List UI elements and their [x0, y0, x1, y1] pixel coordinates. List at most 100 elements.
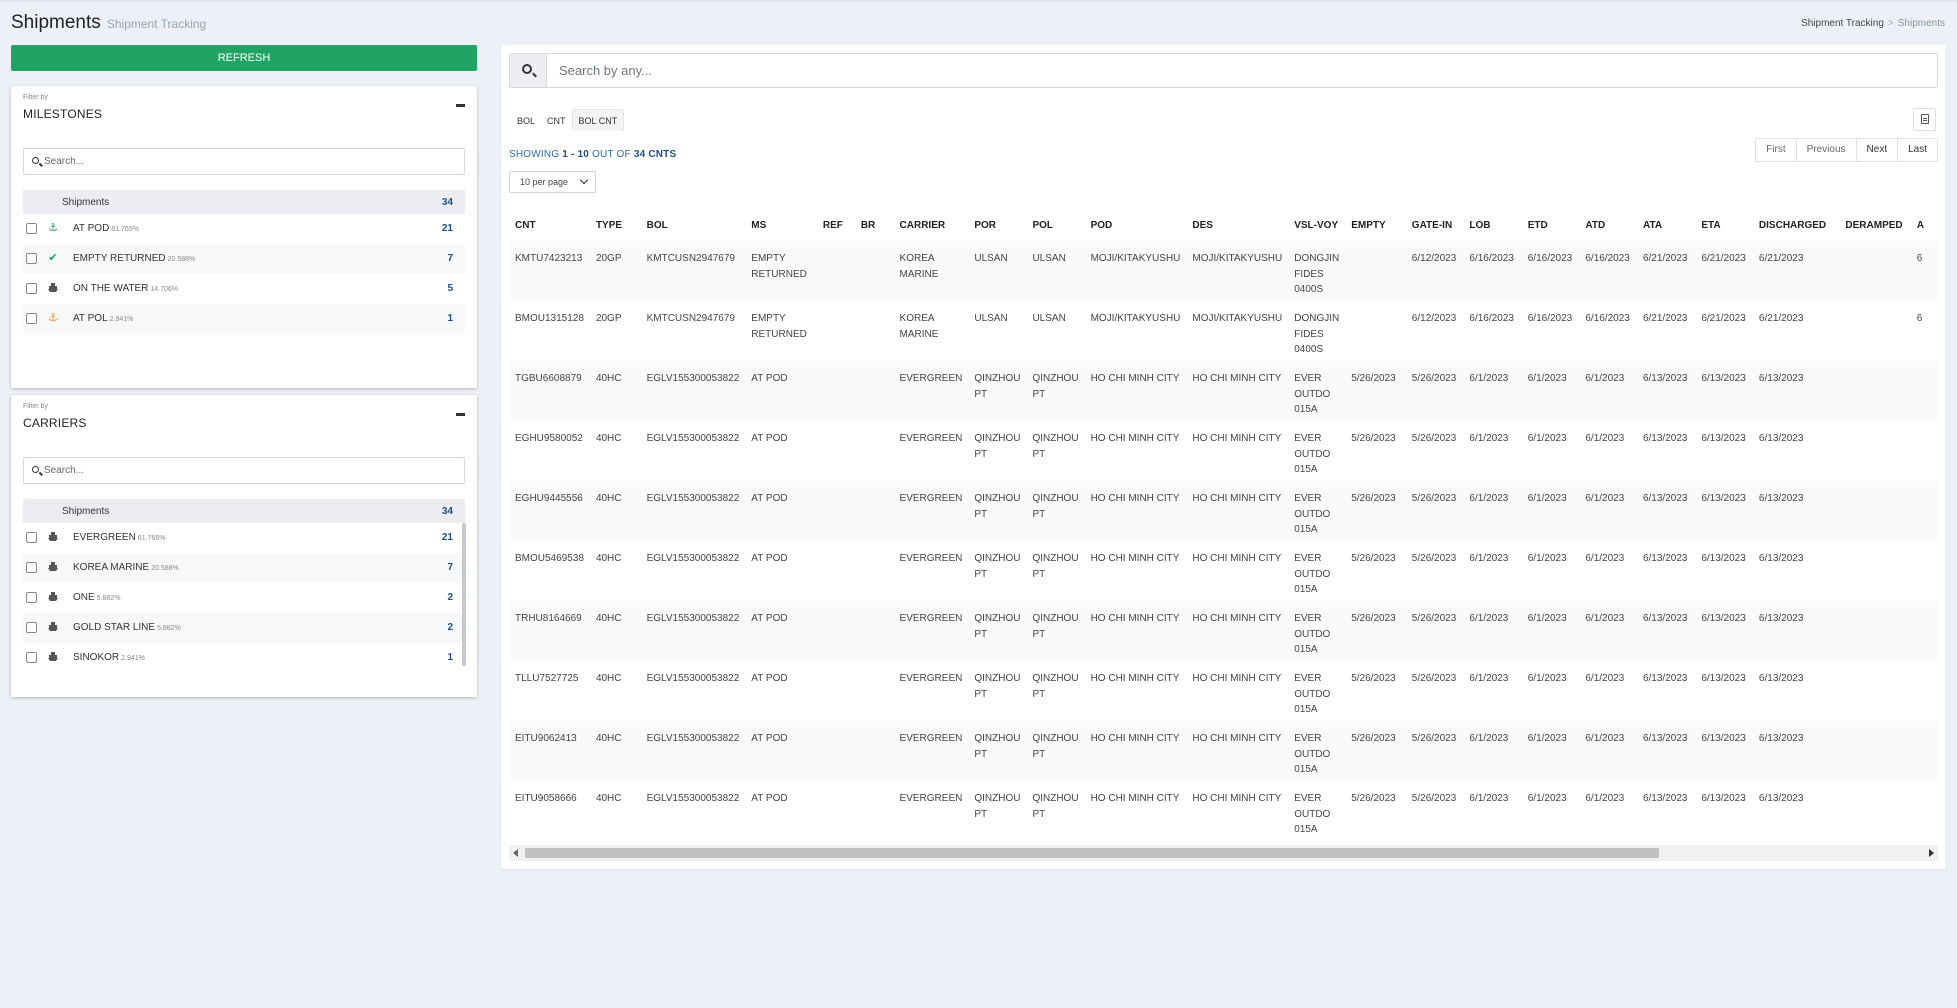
carrier-item-evergreen[interactable]: EVERGREEN 61.765% 21: [23, 523, 465, 553]
table-cell-des: HO CHI MINH CITY: [1186, 601, 1289, 661]
carriers-panel-header: Filter by CARRIERS: [23, 403, 87, 430]
milestone-label: AT POD 61.765%: [73, 223, 139, 234]
table-row[interactable]: TLLU7527725 40HC EGLV155300053822 AT POD EVE…: [509, 661, 1938, 721]
carrier-checkbox[interactable]: [26, 562, 37, 573]
milestone-checkbox[interactable]: [26, 313, 37, 324]
refresh-button[interactable]: REFRESH: [11, 45, 477, 71]
search-icon: [32, 466, 39, 473]
pagination-next[interactable]: Next: [1857, 139, 1899, 161]
carrier-checkbox[interactable]: [26, 532, 37, 543]
table-cell-eta: 6/21/2023: [1695, 241, 1753, 301]
column-header-pod[interactable]: POD: [1085, 201, 1187, 241]
table-cell-gate-in: 5/26/2023: [1411, 793, 1457, 804]
milestone-item-on-the-water[interactable]: ON THE WATER 14.706% 5: [23, 274, 465, 304]
table-row[interactable]: TRHU8164669 40HC EGLV155300053822 AT POD EVE…: [509, 601, 1938, 661]
milestones-search-input[interactable]: [44, 149, 454, 174]
table-cell-por: QINZHOU PT: [974, 553, 1021, 580]
scroll-right-arrow-icon[interactable]: [1929, 849, 1934, 857]
column-header-atd[interactable]: ATD: [1579, 201, 1637, 241]
column-header-gate-in[interactable]: GATE-IN: [1406, 201, 1464, 241]
table-cell-ms: AT POD: [751, 553, 788, 564]
carrier-item-gold-star-line[interactable]: GOLD STAR LINE 5.882% 2: [23, 613, 465, 643]
milestone-checkbox[interactable]: [26, 283, 37, 294]
table-cell-pol: QINZHOU PT: [1032, 793, 1079, 820]
table-row[interactable]: BMOU5469538 40HC EGLV155300053822 AT POD EVE…: [509, 541, 1938, 601]
carrier-checkbox[interactable]: [26, 622, 37, 633]
search-icon[interactable]: [510, 54, 547, 87]
table-cell-empty: 5/26/2023: [1345, 721, 1406, 781]
column-header-por[interactable]: POR: [968, 201, 1026, 241]
carrier-checkbox[interactable]: [26, 592, 37, 603]
table-cell-a: [1910, 481, 1938, 541]
milestone-item-at-pol[interactable]: ⚓ AT POL 2.941% 1: [23, 304, 465, 334]
table-row[interactable]: EITU9062413 40HC EGLV155300053822 AT POD EVE…: [509, 721, 1938, 781]
column-header-ms[interactable]: MS: [745, 201, 817, 241]
table-row[interactable]: EITU9058666 40HC EGLV155300053822 AT POD EVE…: [509, 781, 1938, 841]
column-header-des[interactable]: DES: [1186, 201, 1288, 241]
shipments-header-label: Shipments: [62, 506, 110, 517]
column-header-type[interactable]: TYPE: [590, 201, 641, 241]
column-header-cnt[interactable]: CNT: [509, 201, 590, 241]
milestone-checkbox[interactable]: [26, 223, 37, 234]
pagination-previous[interactable]: Previous: [1797, 139, 1857, 161]
carriers-scrollbar[interactable]: [462, 523, 466, 666]
column-header-ref[interactable]: REF: [817, 201, 855, 241]
table-cell-discharged: 6/13/2023: [1752, 481, 1840, 541]
table-cell-empty: [1345, 241, 1406, 301]
column-header-eta[interactable]: ETA: [1695, 201, 1753, 241]
table-horizontal-scrollbar[interactable]: [509, 845, 1938, 861]
carrier-item-one[interactable]: ONE 5.882% 2: [23, 583, 465, 613]
pagination-last[interactable]: Last: [1898, 139, 1937, 161]
table-cell-carrier: EVERGREEN: [893, 721, 969, 781]
table-cell-bol: EGLV155300053822: [640, 601, 746, 661]
table-row[interactable]: KMTU7423213 20GP KMTCUSN2947679 EMPTY RETUR…: [509, 241, 1938, 301]
per-page-select[interactable]: 10 per page: [509, 171, 596, 193]
table-row[interactable]: EGHU9580052 40HC EGLV155300053822 AT POD EVE…: [509, 421, 1938, 481]
milestone-item-at-pod[interactable]: ⚓ AT POD 61.765% 21: [23, 214, 465, 244]
table-cell-por: QINZHOU PT: [974, 793, 1021, 820]
carrier-item-sinokor[interactable]: SINOKOR 2.941% 1: [23, 643, 465, 673]
column-header-deramped[interactable]: DERAMPED: [1839, 201, 1910, 241]
table-cell-des: HO CHI MINH CITY: [1192, 673, 1282, 684]
tab-cnt[interactable]: CNT: [541, 110, 572, 132]
carrier-item-korea-marine[interactable]: KOREA MARINE 20.588% 7: [23, 553, 465, 583]
table-cell-eta: 6/13/2023: [1701, 553, 1746, 564]
table-cell-discharged: 6/13/2023: [1758, 673, 1804, 684]
table-cell-gate-in: 5/26/2023: [1411, 673, 1457, 684]
collapse-icon[interactable]: [456, 413, 465, 416]
carriers-search-input[interactable]: [44, 458, 454, 483]
column-header-pol[interactable]: POL: [1026, 201, 1084, 241]
column-header-bol[interactable]: BOL: [641, 201, 746, 241]
breadcrumb-parent[interactable]: Shipment Tracking: [1801, 18, 1884, 29]
scrollbar-thumb[interactable]: [525, 848, 1659, 858]
column-header-etd[interactable]: ETD: [1522, 201, 1580, 241]
table-row[interactable]: EGHU9445556 40HC EGLV155300053822 AT POD EVE…: [509, 481, 1938, 541]
table-cell-empty: 5/26/2023: [1351, 553, 1396, 564]
table-cell-etd: 6/16/2023: [1527, 313, 1573, 324]
column-header-carrier[interactable]: CARRIER: [894, 201, 969, 241]
carrier-percent: 5.882%: [157, 625, 181, 632]
pagination-first[interactable]: First: [1756, 139, 1797, 161]
collapse-icon[interactable]: [456, 104, 465, 107]
column-header-vsl-voy[interactable]: VSL-VOY: [1288, 201, 1345, 241]
carrier-checkbox[interactable]: [26, 652, 37, 663]
table-cell-des: HO CHI MINH CITY: [1186, 361, 1289, 421]
tab-bol-cnt[interactable]: BOL CNT: [571, 109, 625, 131]
table-cell-gate-in: 5/26/2023: [1411, 553, 1457, 564]
column-header-ata[interactable]: ATA: [1637, 201, 1695, 241]
table-row[interactable]: TGBU6608879 40HC EGLV155300053822 AT POD EVE…: [509, 361, 1938, 421]
table-row[interactable]: BMOU1315128 20GP KMTCUSN2947679 EMPTY RETUR…: [509, 301, 1938, 361]
table-cell-ata: 6/13/2023: [1642, 433, 1688, 444]
milestone-checkbox[interactable]: [26, 253, 37, 264]
tab-bol[interactable]: BOL: [511, 110, 541, 132]
export-button[interactable]: [1913, 108, 1936, 131]
column-header-discharged[interactable]: DISCHARGED: [1753, 201, 1839, 241]
column-header-br[interactable]: BR: [855, 201, 894, 241]
column-header-empty[interactable]: EMPTY: [1345, 201, 1406, 241]
main-search-input[interactable]: [559, 54, 1919, 87]
column-header-a[interactable]: A: [1911, 201, 1938, 241]
scroll-left-arrow-icon[interactable]: [513, 849, 518, 857]
column-header-lob[interactable]: LOB: [1463, 201, 1521, 241]
milestone-item-empty-returned[interactable]: ✔ EMPTY RETURNED 20.588% 7: [23, 244, 465, 274]
table-cell-vsl-voy: EVER OUTDO 015A: [1294, 553, 1331, 595]
